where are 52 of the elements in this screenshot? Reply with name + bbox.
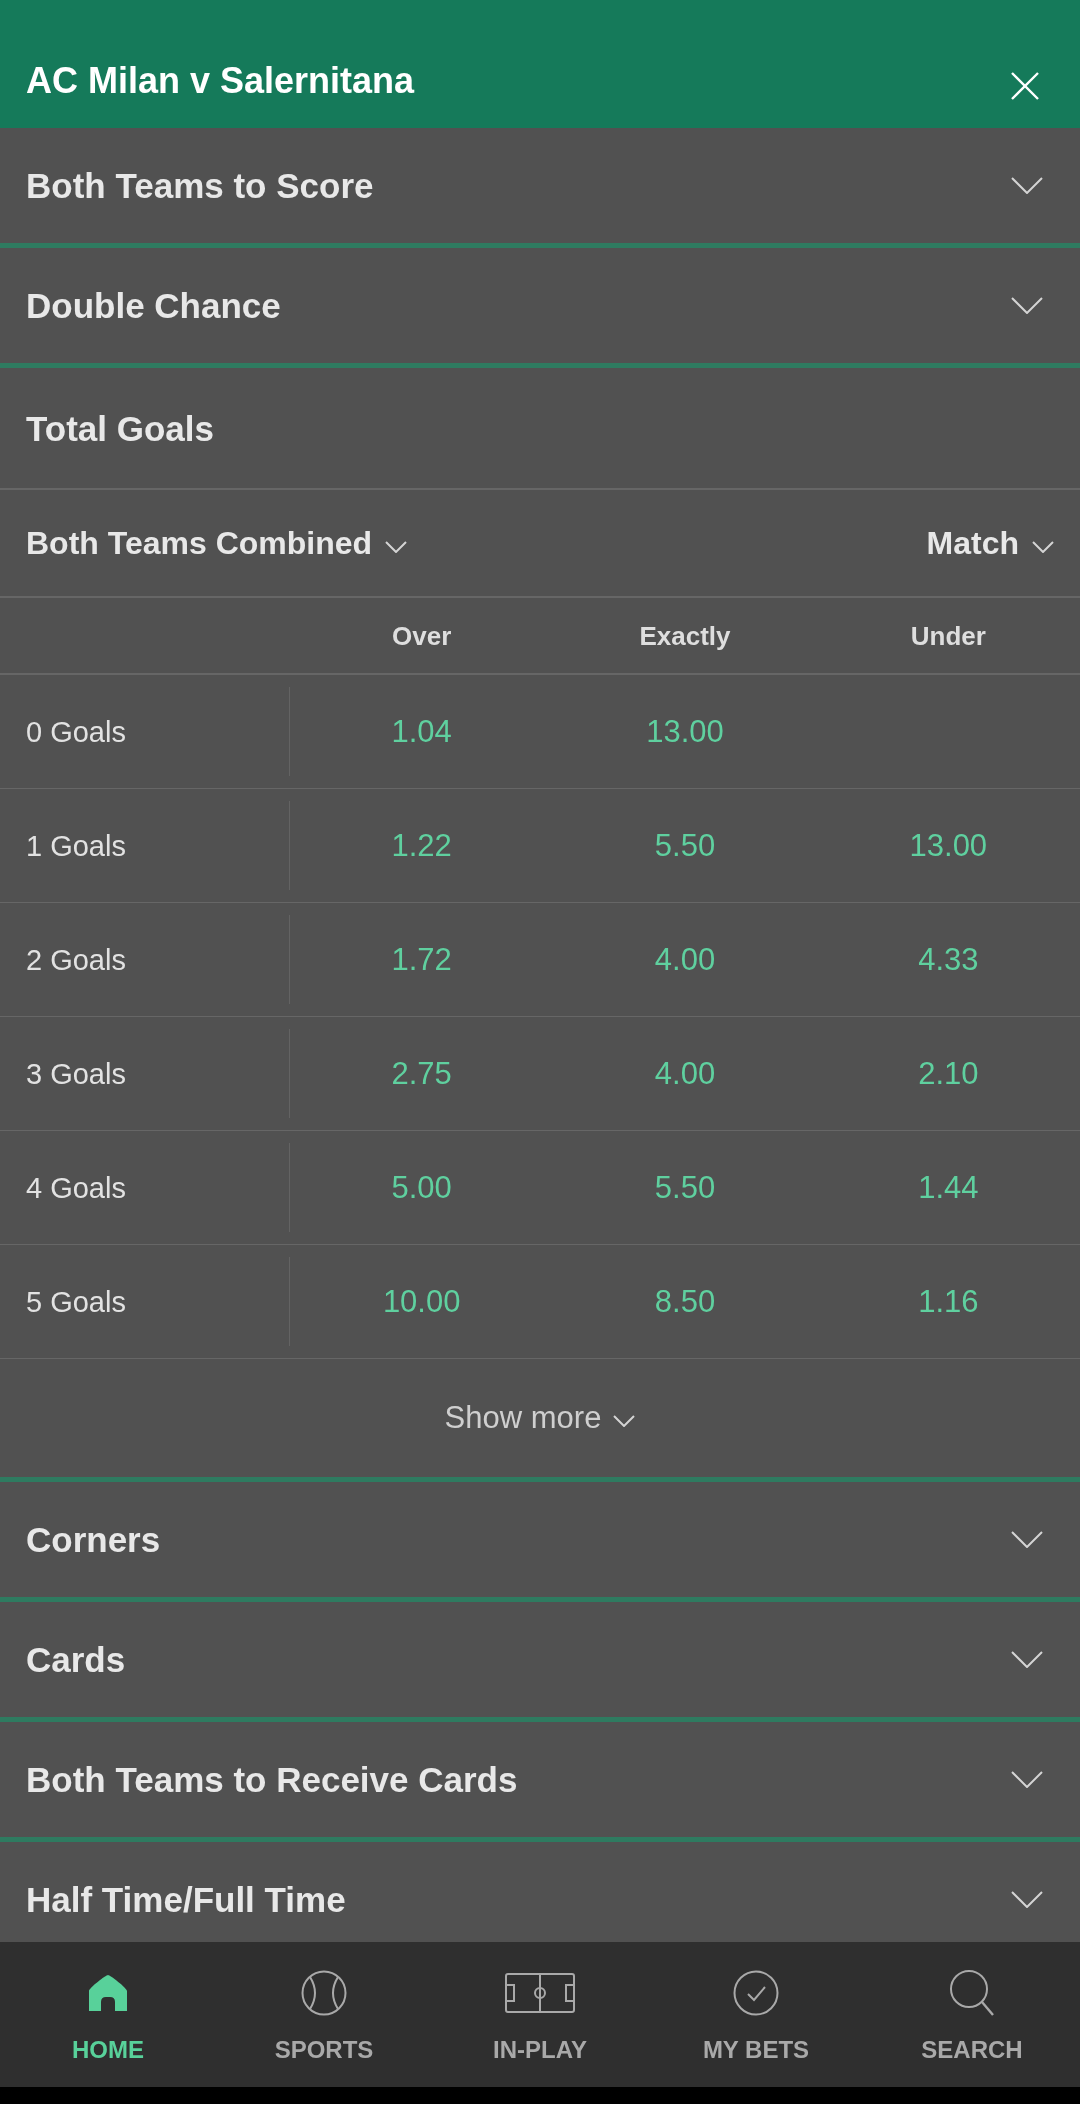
odds-button[interactable]: 8.50	[644, 1277, 726, 1326]
market-header[interactable]: Half Time/Full Time	[0, 1842, 1080, 1942]
filter-dropdown[interactable]: Match	[926, 524, 1054, 562]
check-circle-icon	[733, 1970, 779, 2016]
odds-button[interactable]: 4.00	[644, 1049, 726, 1098]
odds-button[interactable]: 4.33	[908, 935, 989, 984]
ball-icon	[301, 1970, 347, 2016]
chevron-down-icon	[613, 1415, 636, 1427]
odds-button[interactable]: 4.00	[644, 935, 726, 984]
odds-button[interactable]: 5.50	[644, 821, 726, 870]
odds-button[interactable]: 5.00	[381, 1163, 462, 1212]
nav-tab[interactable]: HOME	[72, 1970, 144, 2064]
odds-button[interactable]: 1.44	[908, 1163, 989, 1212]
chevron-down-icon	[1011, 1771, 1043, 1788]
row-label: 5 Goals	[26, 1284, 126, 1319]
chevron-down-icon	[1032, 541, 1054, 553]
chevron-down-icon	[1011, 1651, 1043, 1668]
chevron-down-icon	[1011, 297, 1043, 314]
chevron-down-icon	[385, 541, 408, 553]
row-label: 3 Goals	[26, 1056, 126, 1091]
odds-button[interactable]: 10.00	[372, 1277, 471, 1326]
odds-button[interactable]: 13.00	[899, 821, 998, 870]
odds-button[interactable]: 1.16	[908, 1277, 989, 1326]
column-header: Exactly	[639, 619, 731, 652]
nav-tab[interactable]: MY BETS	[702, 1970, 810, 2064]
match-title: AC Milan v Salernitana	[26, 59, 415, 103]
chevron-down-icon	[1011, 177, 1043, 194]
row-label: 4 Goals	[26, 1170, 126, 1205]
row-label: 0 Goals	[26, 714, 126, 749]
odds-button[interactable]: 1.22	[381, 821, 462, 870]
row-label: 1 Goals	[26, 828, 126, 863]
nav-tab[interactable]: SEARCH	[921, 1970, 1023, 2064]
close-icon	[1011, 72, 1039, 100]
chevron-down-icon	[1011, 1531, 1043, 1548]
odds-button[interactable]: 2.75	[381, 1049, 462, 1098]
odds-button[interactable]: 2.10	[908, 1049, 989, 1098]
show-more-button[interactable]: Show more	[444, 1400, 636, 1436]
chevron-down-icon	[1011, 1891, 1043, 1908]
filter-dropdown[interactable]: Both Teams Combined	[26, 524, 408, 562]
column-header: Under	[910, 619, 986, 652]
column-header: Over	[392, 619, 452, 652]
odds-button[interactable]: 13.00	[636, 707, 734, 756]
home-icon	[86, 1973, 130, 2013]
nav-tab[interactable]: IN-PLAY	[493, 1970, 587, 2064]
odds-button[interactable]: 5.50	[644, 1163, 726, 1212]
pitch-icon	[505, 1973, 575, 2013]
odds-button[interactable]: 1.72	[381, 935, 462, 984]
row-label: 2 Goals	[26, 942, 126, 977]
odds-button[interactable]: 1.04	[381, 707, 462, 756]
nav-tab[interactable]: SPORTS	[274, 1970, 374, 2064]
market-header[interactable]: Total Goals	[0, 368, 1080, 490]
search-icon	[949, 1969, 995, 2017]
